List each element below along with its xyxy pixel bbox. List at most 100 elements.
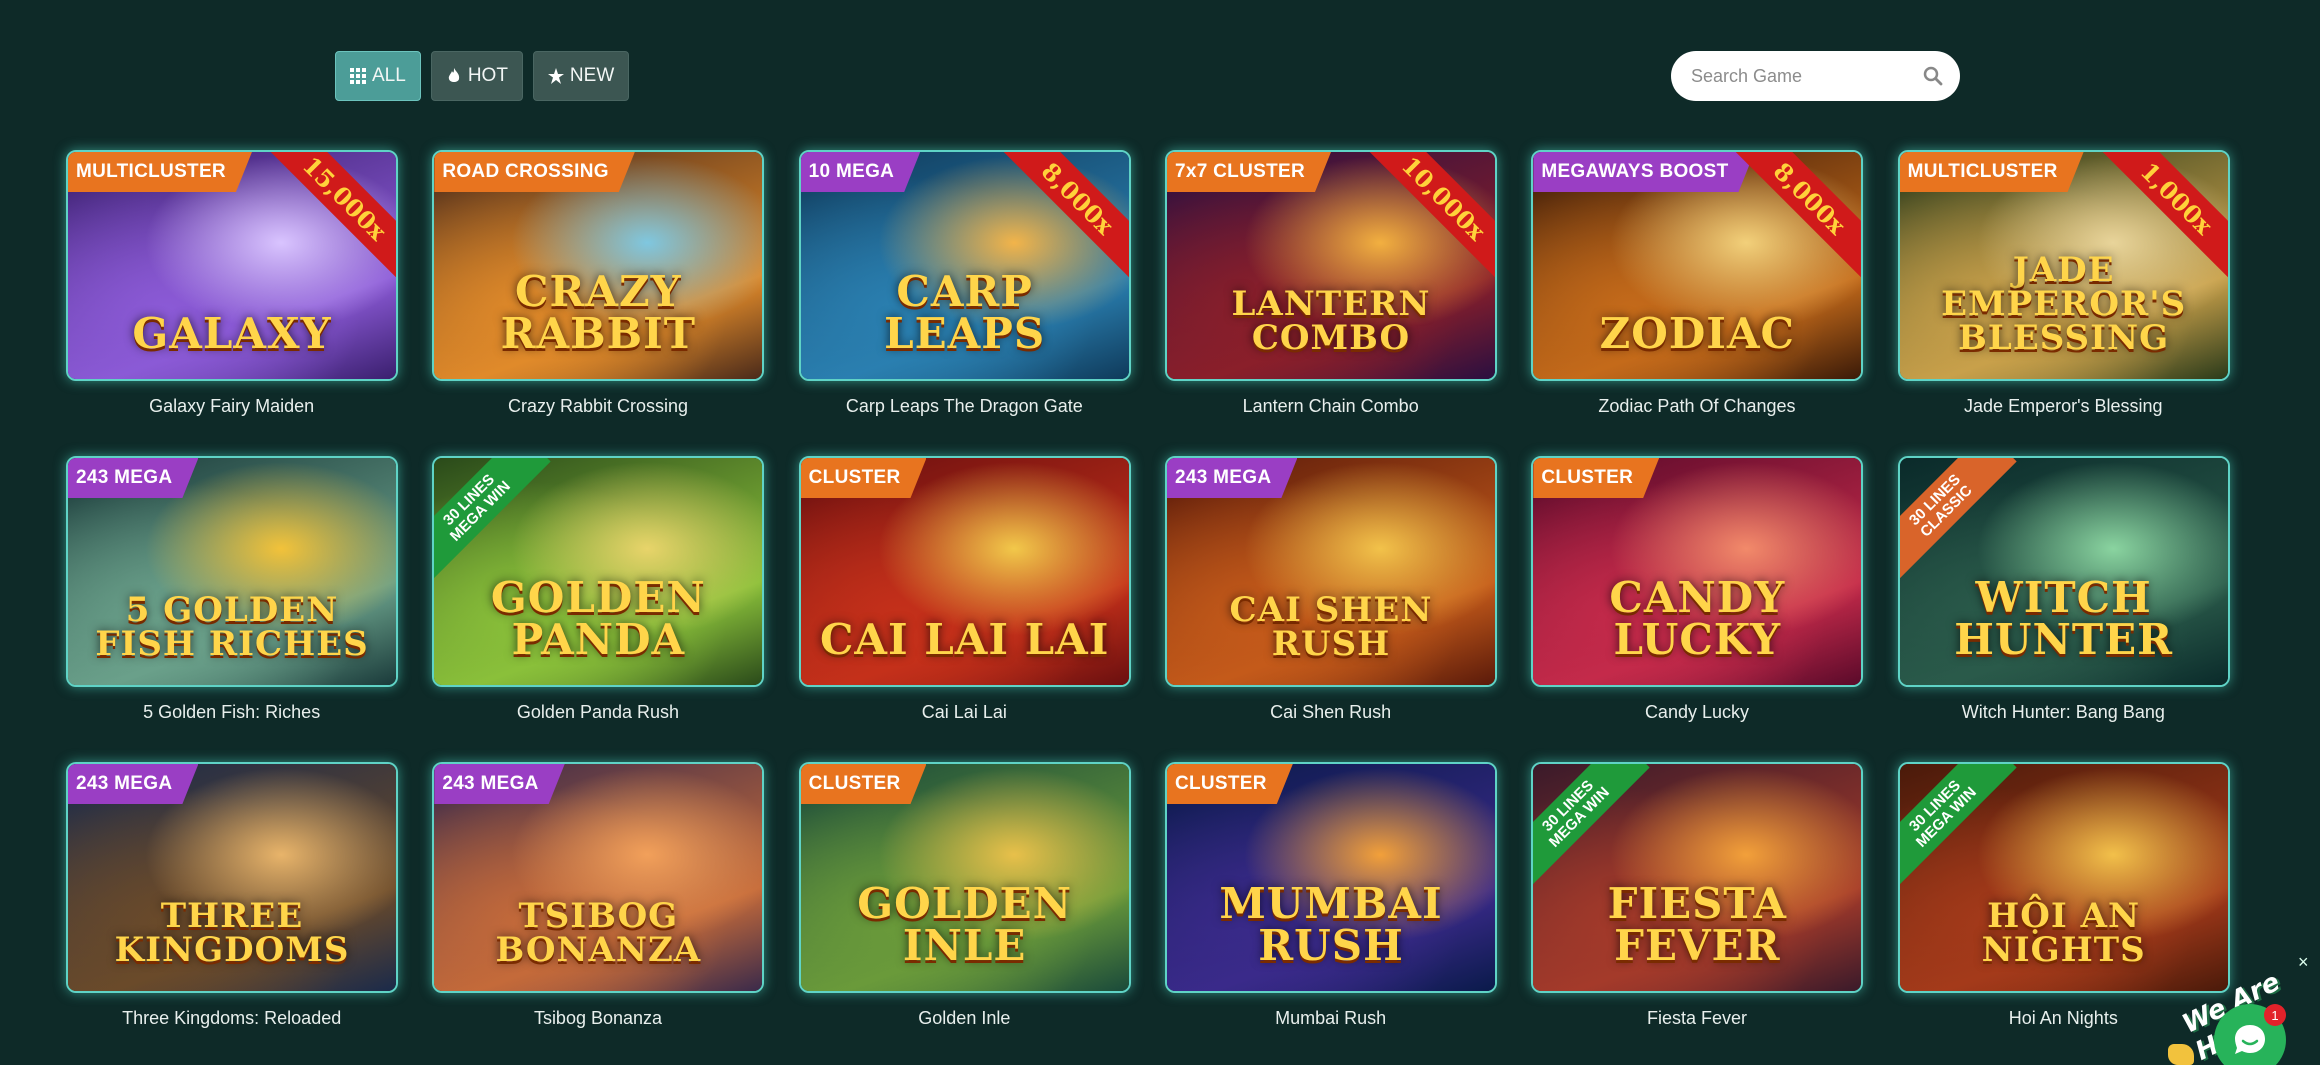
game-logo: CAI LAI LAI xyxy=(819,615,1110,664)
waving-hand-icon xyxy=(2168,1044,2194,1065)
game-card[interactable]: WITCH HUNTER 30 LINES CLASSIC Witch Hunter:… xyxy=(1897,456,2230,762)
game-feature-tag: 7x7 CLUSTER xyxy=(1167,152,1331,192)
filter-hot-label: HOT xyxy=(467,65,508,86)
game-title[interactable]: Tsibog Bonanza xyxy=(432,1008,763,1029)
game-title[interactable]: Fiesta Fever xyxy=(1531,1008,1862,1029)
fire-icon xyxy=(446,68,462,84)
chat-bubble-icon xyxy=(2235,1025,2265,1054)
game-feature-tag: MULTICLUSTER xyxy=(1900,152,2084,192)
game-card[interactable]: FIESTA FEVER 30 LINES MEGA WIN Fiesta Fever xyxy=(1531,762,1864,1065)
game-thumbnail[interactable]: JADE EMPEROR'S BLESSING MULTICLUSTER 1,000… xyxy=(1897,150,2230,381)
game-title[interactable]: Zodiac Path Of Changes xyxy=(1531,396,1862,417)
game-logo: TSIBOG BONANZA xyxy=(495,896,702,970)
chat-widget[interactable]: × We Are Here! 1 xyxy=(2166,952,2320,1065)
games-page: ALL HOT NEW GALAXYMULTICLUSTER15,000xGal… xyxy=(0,0,2320,1065)
game-logo: CARP LEAPS xyxy=(884,267,1046,358)
game-card[interactable]: TSIBOG BONANZA 243 MEGA Tsibog Bonanza xyxy=(432,762,765,1065)
game-title[interactable]: Cai Shen Rush xyxy=(1165,702,1496,723)
game-card[interactable]: CRAZY RABBIT ROAD CROSSING Crazy Rabbit Cr… xyxy=(432,150,765,456)
game-title[interactable]: Carp Leaps The Dragon Gate xyxy=(799,396,1130,417)
game-row: 5 GOLDEN FISH RICHES 243 MEGA 5 Golden Fis… xyxy=(66,456,2230,762)
game-feature-tag: 243 MEGA xyxy=(68,764,198,804)
game-thumbnail[interactable]: GOLDEN PANDA 30 LINES MEGA WIN xyxy=(432,456,765,687)
game-title[interactable]: Three Kingdoms: Reloaded xyxy=(66,1008,397,1029)
filter-hot-button[interactable]: HOT xyxy=(430,51,523,101)
filter-all-label: ALL xyxy=(372,65,406,86)
game-logo: MUMBAI RUSH xyxy=(1219,879,1443,970)
game-title[interactable]: Cai Lai Lai xyxy=(799,702,1130,723)
game-feature-tag: CLUSTER xyxy=(801,458,927,498)
game-thumbnail[interactable]: THREE KINGDOMS 243 MEGA xyxy=(66,762,398,993)
filter-new-label: NEW xyxy=(569,65,615,86)
game-feature-tag: 243 MEGA xyxy=(1167,458,1297,498)
game-feature-tag: MULTICLUSTER xyxy=(68,152,252,192)
game-thumbnail[interactable]: CRAZY RABBIT ROAD CROSSING xyxy=(432,150,765,381)
filter-new-button[interactable]: NEW xyxy=(532,51,630,101)
game-title[interactable]: Galaxy Fairy Maiden xyxy=(66,396,397,417)
game-thumbnail[interactable]: ZODIAC MEGAWAYS BOOST 8,000x xyxy=(1531,150,1864,381)
game-feature-tag: CLUSTER xyxy=(801,764,927,804)
game-thumbnail[interactable]: CAI LAI LAI CLUSTER xyxy=(798,456,1131,687)
game-grid: GALAXY MULTICLUSTER 15,000x Galaxy Fairy Ma… xyxy=(66,150,2230,1065)
game-logo: CRAZY RABBIT xyxy=(500,267,697,358)
game-row: GALAXY MULTICLUSTER 15,000x Galaxy Fairy Ma… xyxy=(66,150,2230,456)
game-feature-tag: 243 MEGA xyxy=(68,458,198,498)
filter-all-button[interactable]: ALL xyxy=(335,51,421,101)
game-title[interactable]: Golden Panda Rush xyxy=(432,702,763,723)
game-logo: GOLDEN PANDA xyxy=(490,573,706,664)
game-thumbnail[interactable]: CAI SHEN RUSH 243 MEGA xyxy=(1164,456,1497,687)
game-title[interactable]: Candy Lucky xyxy=(1531,702,1862,723)
game-card[interactable]: GOLDEN PANDA 30 LINES MEGA WIN Golden Panda… xyxy=(432,456,765,762)
game-thumbnail[interactable]: TSIBOG BONANZA 243 MEGA xyxy=(432,762,765,993)
search-input[interactable] xyxy=(1691,65,1923,87)
game-feature-tag: CLUSTER xyxy=(1167,764,1293,804)
game-card[interactable]: CAI LAI LAI CLUSTER Cai Lai Lai xyxy=(798,456,1131,762)
game-thumbnail[interactable]: 5 GOLDEN FISH RICHES 243 MEGA xyxy=(66,456,398,687)
game-thumbnail[interactable]: LANTERN COMBO 7x7 CLUSTER 10,000x xyxy=(1164,150,1497,381)
game-card[interactable]: ZODIAC MEGAWAYS BOOST 8,000x Zodiac Path Of… xyxy=(1531,150,1864,456)
chat-unread-badge: 1 xyxy=(2264,1004,2286,1026)
game-thumbnail[interactable]: CANDY LUCKY CLUSTER xyxy=(1531,456,1864,687)
grid-icon xyxy=(350,68,366,84)
game-logo: LANTERN COMBO xyxy=(1231,284,1431,358)
game-title[interactable]: Jade Emperor's Blessing xyxy=(1898,396,2229,417)
game-title[interactable]: Mumbai Rush xyxy=(1165,1008,1496,1029)
game-thumbnail[interactable]: FIESTA FEVER 30 LINES MEGA WIN xyxy=(1531,762,1864,993)
game-logo: GOLDEN INLE xyxy=(857,879,1073,970)
game-card[interactable]: MUMBAI RUSH CLUSTER Mumbai Rush xyxy=(1164,762,1497,1065)
filter-bar: ALL HOT NEW xyxy=(335,51,630,101)
game-title[interactable]: Witch Hunter: Bang Bang xyxy=(1898,702,2229,723)
game-card[interactable]: GOLDEN INLE CLUSTER Golden Inle xyxy=(798,762,1131,1065)
game-feature-tag: CLUSTER xyxy=(1533,458,1659,498)
game-title[interactable]: 5 Golden Fish: Riches xyxy=(66,702,397,723)
game-logo: CAI SHEN RUSH xyxy=(1229,590,1433,664)
game-logo: GALAXY xyxy=(132,309,332,358)
game-title[interactable]: Golden Inle xyxy=(799,1008,1130,1029)
game-card[interactable]: 5 GOLDEN FISH RICHES 243 MEGA 5 Golden Fis… xyxy=(66,456,398,762)
game-row: THREE KINGDOMS 243 MEGA Three Kingdoms: Re… xyxy=(66,762,2230,1065)
game-card[interactable]: GALAXY MULTICLUSTER 15,000x Galaxy Fairy Ma… xyxy=(66,150,398,456)
game-card[interactable]: CANDY LUCKY CLUSTER Candy Lucky xyxy=(1531,456,1864,762)
game-logo: WITCH HUNTER xyxy=(1954,573,2174,664)
game-card[interactable]: LANTERN COMBO 7x7 CLUSTER 10,000x Lantern C… xyxy=(1164,150,1497,456)
game-thumbnail[interactable]: GALAXY MULTICLUSTER 15,000x xyxy=(66,150,398,381)
game-thumbnail[interactable]: CARP LEAPS 10 MEGA 8,000x xyxy=(798,150,1131,381)
game-feature-tag: ROAD CROSSING xyxy=(434,152,634,192)
game-logo: 5 GOLDEN FISH RICHES xyxy=(95,590,369,664)
game-thumbnail[interactable]: WITCH HUNTER 30 LINES CLASSIC xyxy=(1897,456,2230,687)
game-logo: CANDY LUCKY xyxy=(1609,573,1786,664)
search-icon[interactable] xyxy=(1923,65,1943,87)
game-thumbnail[interactable]: GOLDEN INLE CLUSTER xyxy=(798,762,1131,993)
game-card[interactable]: CARP LEAPS 10 MEGA 8,000x Carp Leaps The Dr… xyxy=(798,150,1131,456)
game-feature-tag: 243 MEGA xyxy=(434,764,564,804)
game-logo: JADE EMPEROR'S BLESSING xyxy=(1941,250,2187,358)
game-card[interactable]: THREE KINGDOMS 243 MEGA Three Kingdoms: Re… xyxy=(66,762,398,1065)
game-title[interactable]: Lantern Chain Combo xyxy=(1165,396,1496,417)
game-card[interactable]: JADE EMPEROR'S BLESSING MULTICLUSTER 1,000… xyxy=(1897,150,2230,456)
game-logo: FIESTA FEVER xyxy=(1607,879,1787,970)
game-card[interactable]: CAI SHEN RUSH 243 MEGA Cai Shen Rush xyxy=(1164,456,1497,762)
game-logo: THREE KINGDOMS xyxy=(114,896,350,970)
game-thumbnail[interactable]: MUMBAI RUSH CLUSTER xyxy=(1164,762,1497,993)
game-title[interactable]: Crazy Rabbit Crossing xyxy=(432,396,763,417)
game-feature-tag: MEGAWAYS BOOST xyxy=(1533,152,1754,192)
